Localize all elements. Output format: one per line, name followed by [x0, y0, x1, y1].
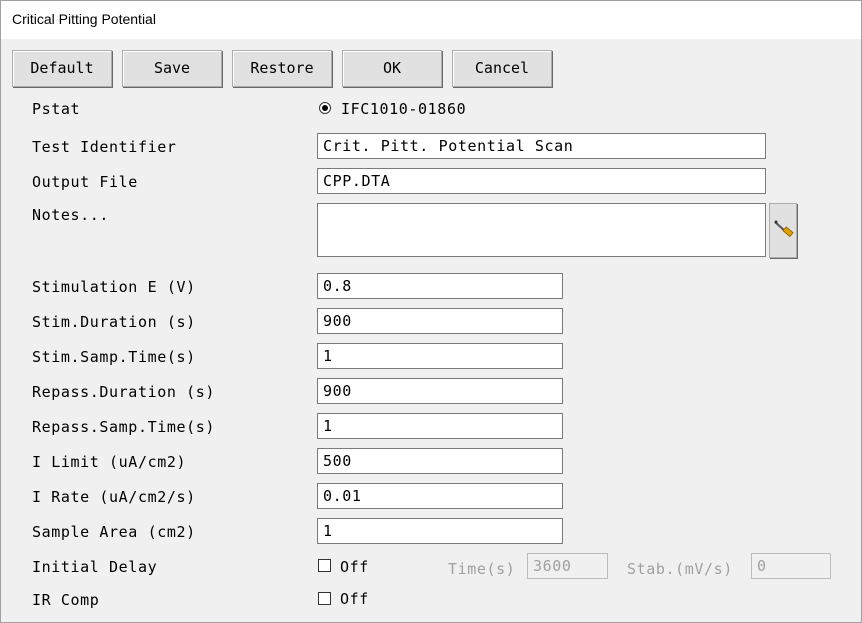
cancel-button[interactable]: Cancel	[452, 50, 552, 87]
param-label-repass-samp-time: Repass.Samp.Time(s)	[32, 418, 215, 436]
param-input-sample-area[interactable]: 1	[317, 518, 563, 544]
pstat-radio[interactable]	[319, 102, 331, 114]
param-input-i-limit[interactable]: 500	[317, 448, 563, 474]
param-label-i-limit: I Limit (uA/cm2)	[32, 453, 187, 471]
save-button[interactable]: Save	[122, 50, 222, 87]
notes-label: Notes...	[32, 206, 110, 224]
param-label-stimulation-e: Stimulation E (V)	[32, 278, 196, 296]
initial-delay-time-input[interactable]: 3600	[527, 553, 608, 579]
initial-delay-stab-input[interactable]: 0	[751, 553, 831, 579]
param-label-stim-samp-time: Stim.Samp.Time(s)	[32, 348, 196, 366]
initial-delay-time-label: Time(s)	[448, 560, 516, 578]
param-input-stim-duration[interactable]: 900	[317, 308, 563, 334]
output-file-label: Output File	[32, 173, 138, 191]
initial-delay-checkbox-label: Off	[340, 558, 369, 576]
initial-delay-stab-label: Stab.(mV/s)	[627, 560, 733, 578]
default-button[interactable]: Default	[12, 50, 112, 87]
notes-edit-button[interactable]	[769, 203, 797, 258]
ir-comp-label: IR Comp	[32, 591, 100, 609]
param-input-stimulation-e[interactable]: 0.8	[317, 273, 563, 299]
ir-comp-checkbox-label: Off	[340, 590, 369, 608]
restore-button[interactable]: Restore	[232, 50, 332, 87]
param-input-repass-samp-time[interactable]: 1	[317, 413, 563, 439]
test-identifier-label: Test Identifier	[32, 138, 177, 156]
initial-delay-checkbox[interactable]	[318, 559, 331, 572]
param-label-i-rate: I Rate (uA/cm2/s)	[32, 488, 196, 506]
dialog-window: Critical Pitting Potential Default Save …	[0, 0, 862, 623]
pstat-label: Pstat	[32, 100, 81, 118]
param-label-repass-duration: Repass.Duration (s)	[32, 383, 215, 401]
param-input-repass-duration[interactable]: 900	[317, 378, 563, 404]
param-label-stim-duration: Stim.Duration (s)	[32, 313, 196, 331]
test-identifier-input[interactable]: Crit. Pitt. Potential Scan	[317, 133, 766, 159]
screwdriver-icon	[774, 220, 794, 238]
title-bar: Critical Pitting Potential	[1, 1, 861, 39]
param-label-sample-area: Sample Area (cm2)	[32, 523, 196, 541]
window-title: Critical Pitting Potential	[12, 11, 156, 27]
notes-textarea[interactable]	[317, 203, 766, 257]
initial-delay-label: Initial Delay	[32, 558, 158, 576]
ir-comp-checkbox[interactable]	[318, 592, 331, 605]
output-file-input[interactable]: CPP.DTA	[317, 168, 766, 194]
param-input-stim-samp-time[interactable]: 1	[317, 343, 563, 369]
ok-button[interactable]: OK	[342, 50, 442, 87]
param-input-i-rate[interactable]: 0.01	[317, 483, 563, 509]
pstat-option-label: IFC1010-01860	[341, 100, 467, 118]
